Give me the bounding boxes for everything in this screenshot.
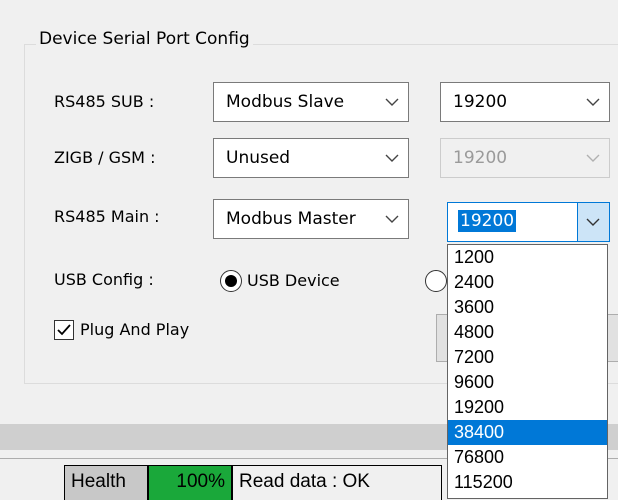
- zigb-gsm-label: ZIGB / GSM :: [54, 148, 156, 167]
- chevron-down-icon: [385, 154, 399, 162]
- health-percent: 100%: [148, 465, 232, 500]
- dropdown-option[interactable]: 9600: [448, 370, 607, 395]
- rs485-main-baud-dropdown-button[interactable]: [577, 203, 609, 241]
- usb-device-radio[interactable]: [220, 270, 242, 292]
- rs485-sub-baud-combo[interactable]: 19200: [440, 82, 610, 122]
- health-label: Health: [64, 465, 148, 500]
- dropdown-option[interactable]: 7200: [448, 345, 607, 370]
- plug-and-play-label: Plug And Play: [80, 320, 190, 339]
- chevron-down-icon: [586, 98, 600, 106]
- dropdown-option[interactable]: 3600: [448, 295, 607, 320]
- dropdown-option[interactable]: 4800: [448, 320, 607, 345]
- dropdown-option[interactable]: 115200: [448, 470, 607, 495]
- checkmark-icon: [57, 324, 71, 336]
- usb-config-label: USB Config :: [54, 270, 154, 289]
- rs485-sub-baud-value: 19200: [453, 92, 508, 112]
- usb-host-radio[interactable]: [425, 270, 447, 292]
- chevron-down-icon: [586, 218, 600, 226]
- dropdown-option-highlighted[interactable]: 38400: [448, 420, 607, 445]
- usb-device-label: USB Device: [247, 271, 340, 290]
- rs485-main-mode-value: Modbus Master: [226, 209, 356, 229]
- rs485-sub-label: RS485 SUB :: [54, 92, 155, 111]
- chevron-down-icon: [586, 154, 600, 162]
- rs485-sub-mode-combo[interactable]: Modbus Slave: [213, 82, 409, 122]
- group-title: Device Serial Port Config: [36, 29, 253, 49]
- zigb-gsm-mode-value: Unused: [226, 148, 291, 168]
- plug-and-play-checkbox[interactable]: [54, 320, 74, 340]
- zigb-gsm-mode-combo[interactable]: Unused: [213, 138, 409, 178]
- radio-selected-dot: [225, 275, 237, 287]
- chevron-down-icon: [385, 98, 399, 106]
- zigb-gsm-baud-value: 19200: [453, 148, 508, 168]
- rs485-sub-mode-value: Modbus Slave: [226, 92, 345, 112]
- rs485-main-mode-combo[interactable]: Modbus Master: [213, 199, 409, 239]
- rs485-main-baud-combo[interactable]: 19200: [447, 202, 610, 242]
- baud-rate-dropdown-list[interactable]: 1200 2400 3600 4800 7200 9600 19200 3840…: [447, 244, 608, 499]
- dropdown-option[interactable]: 19200: [448, 395, 607, 420]
- rs485-main-label: RS485 Main :: [54, 207, 160, 226]
- zigb-gsm-baud-combo: 19200: [440, 138, 610, 178]
- rs485-main-baud-value: 19200: [458, 210, 517, 232]
- dropdown-option[interactable]: 2400: [448, 270, 607, 295]
- chevron-down-icon: [385, 215, 399, 223]
- read-status: Read data : OK: [232, 465, 442, 500]
- dropdown-option[interactable]: 76800: [448, 445, 607, 470]
- dropdown-option[interactable]: 1200: [448, 245, 607, 270]
